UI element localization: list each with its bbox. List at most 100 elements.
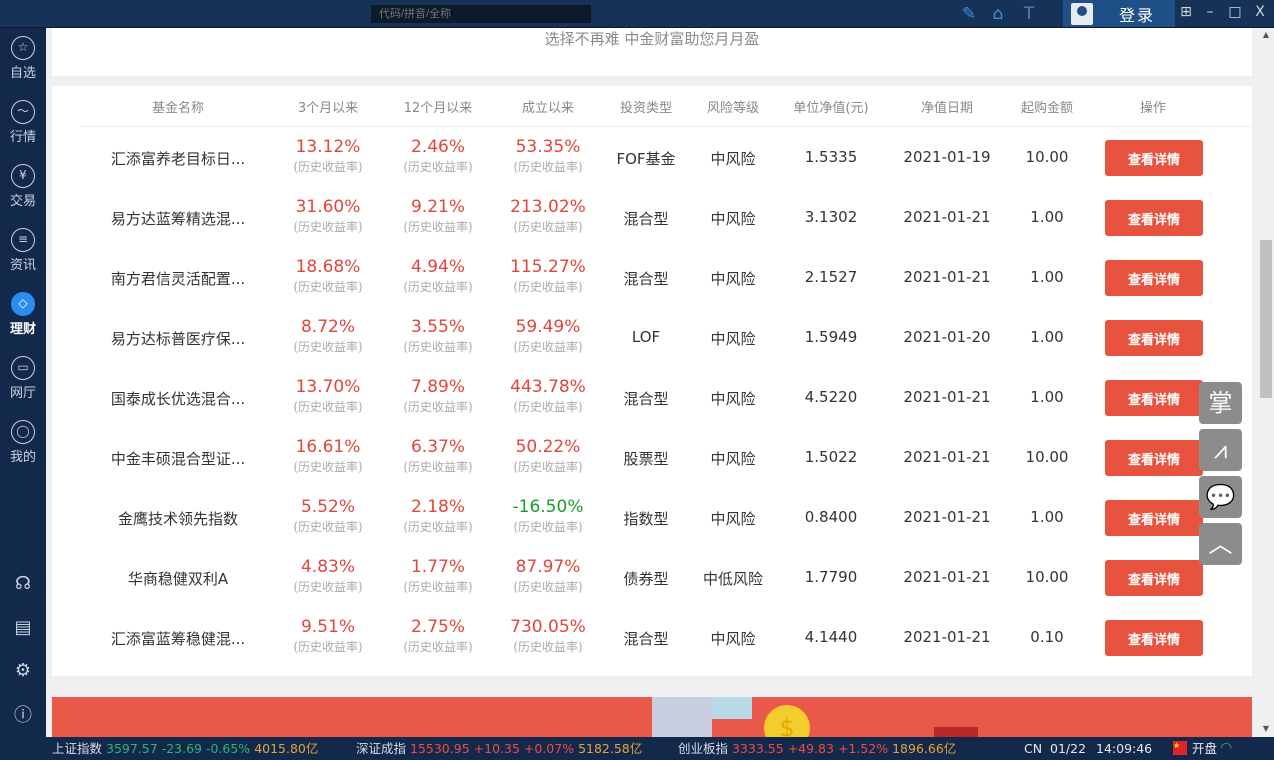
index-value: 3597.57 bbox=[106, 741, 158, 756]
login-button[interactable]: 登录 bbox=[1063, 0, 1175, 27]
index-ticker[interactable]: 上证指数 3597.57 -23.69 -0.65% 4015.80亿 bbox=[52, 737, 318, 760]
column-header: 12个月以来 bbox=[403, 101, 473, 116]
title-bar: ✎ ⌂ T 登录 ⊞ – □ X bbox=[0, 0, 1274, 28]
coin-icon: $ bbox=[764, 705, 810, 737]
scrollbar-thumb[interactable] bbox=[1260, 240, 1272, 398]
min-purchase: 1.00 bbox=[1030, 508, 1064, 526]
return-since: 213.02% (历史收益率) bbox=[510, 197, 586, 235]
return-m12: 4.94% (历史收益率) bbox=[403, 257, 472, 295]
invest-type: FOF基金 bbox=[616, 150, 676, 168]
view-details-button[interactable]: 查看详情 bbox=[1105, 320, 1203, 356]
fund-name[interactable]: 汇添富养老目标日... bbox=[111, 148, 245, 169]
diamond-icon: ◇ bbox=[11, 292, 35, 316]
return-value: 3.55% bbox=[410, 317, 465, 337]
return-sublabel: (历史收益率) bbox=[403, 520, 473, 534]
return-m3: 18.68% (历史收益率) bbox=[293, 257, 362, 295]
unit-nav: 4.1440 bbox=[804, 628, 858, 646]
edit-icon[interactable]: ✎ bbox=[959, 4, 979, 24]
close-icon[interactable]: X bbox=[1250, 4, 1270, 20]
fund-name[interactable]: 汇添富蓝筹稳健混... bbox=[111, 628, 245, 649]
headset-icon[interactable]: ☊ bbox=[11, 572, 35, 596]
view-details-button[interactable]: 查看详情 bbox=[1105, 380, 1203, 416]
return-value: -16.50% bbox=[512, 497, 584, 517]
return-value: 53.35% bbox=[515, 137, 581, 157]
view-details-button[interactable]: 查看详情 bbox=[1105, 560, 1203, 596]
scroll-down-icon[interactable]: ▼ bbox=[1258, 724, 1274, 733]
fund-name[interactable]: 南方君信灵活配置... bbox=[111, 268, 245, 289]
scroll-up-icon[interactable]: ▲ bbox=[1258, 30, 1274, 39]
column-header: 操作 bbox=[1139, 101, 1167, 116]
nav-date: 2021-01-20 bbox=[903, 328, 991, 346]
column-header: 风险等级 bbox=[706, 101, 760, 116]
return-sublabel: (历史收益率) bbox=[293, 340, 363, 354]
index-name: 创业板指 bbox=[678, 741, 729, 756]
sidebar-item-news[interactable]: ≡ 资讯 bbox=[0, 228, 46, 273]
fund-name[interactable]: 易方达蓝筹精选混... bbox=[111, 208, 245, 229]
table-row: 中金丰硕混合型证... 16.61% (历史收益率) 6.37% (历史收益率) 50.… bbox=[52, 427, 1252, 487]
inbox-icon[interactable]: ▤ bbox=[11, 616, 35, 640]
index-ticker[interactable]: 创业板指 3333.55 +49.83 +1.52% 1896.66亿 bbox=[678, 737, 956, 760]
return-m3: 5.52% (历史收益率) bbox=[293, 497, 362, 535]
slogan-panel: 选择不再难 中金财富助您月月盈 bbox=[52, 28, 1252, 76]
news-icon: ≡ bbox=[11, 228, 35, 252]
sidebar-item-wealth[interactable]: ◇ 理财 bbox=[0, 292, 46, 337]
return-m12: 1.77% (历史收益率) bbox=[403, 557, 472, 595]
return-sublabel: (历史收益率) bbox=[293, 160, 363, 174]
return-sublabel: (历史收益率) bbox=[293, 220, 363, 234]
minimize-icon[interactable]: – bbox=[1200, 4, 1220, 20]
view-details-button[interactable]: 查看详情 bbox=[1105, 260, 1203, 296]
sidebar-item-hall[interactable]: ▭ 网厅 bbox=[0, 356, 46, 401]
fund-name[interactable]: 国泰成长优选混合... bbox=[111, 388, 245, 409]
invest-type: LOF bbox=[631, 328, 661, 346]
sidebar-label: 网厅 bbox=[9, 386, 36, 401]
sidebar-label: 理财 bbox=[9, 322, 36, 337]
index-amount: 1896.66亿 bbox=[892, 741, 957, 756]
fund-name[interactable]: 金鹰技术领先指数 bbox=[118, 508, 238, 529]
invest-type: 混合型 bbox=[623, 270, 669, 288]
sidebar: ☆ 自选 〜行情 ¥ 交易 ≡ 资讯 ◇ 理财 ▭ 网厅 ◯ 我的 ☊ ▤ ⚙ ⓘ bbox=[0, 28, 46, 760]
return-value: 87.97% bbox=[515, 557, 581, 577]
index-amount: 5182.58亿 bbox=[578, 741, 643, 756]
table-row: 易方达蓝筹精选混... 31.60% (历史收益率) 9.21% (历史收益率) 213… bbox=[52, 187, 1252, 247]
index-ticker[interactable]: 深证成指 15530.95 +10.35 +0.07% 5182.58亿 bbox=[356, 737, 642, 760]
sidebar-item-watchlist[interactable]: ☆ 自选 bbox=[0, 36, 46, 81]
index-pct: -0.65% bbox=[205, 741, 251, 756]
view-details-button[interactable]: 查看详情 bbox=[1105, 500, 1203, 536]
font-size-icon[interactable]: T bbox=[1019, 4, 1039, 24]
fund-name[interactable]: 华商稳健双利A bbox=[128, 568, 228, 589]
wechat-icon[interactable]: 💬 bbox=[1199, 476, 1242, 518]
maximize-icon[interactable]: □ bbox=[1225, 4, 1245, 20]
unit-nav: 1.5949 bbox=[804, 328, 858, 346]
return-sublabel: (历史收益率) bbox=[403, 220, 473, 234]
search-input[interactable] bbox=[371, 5, 591, 23]
promo-banner[interactable]: $ bbox=[52, 697, 1252, 737]
info-icon[interactable]: ⓘ bbox=[11, 704, 35, 728]
table-row: 金鹰技术领先指数 5.52% (历史收益率) 2.18% (历史收益率) -16.50%… bbox=[52, 487, 1252, 547]
banner-decoration bbox=[934, 727, 978, 737]
risk-level: 中风险 bbox=[710, 510, 756, 528]
index-amount: 4015.80亿 bbox=[254, 741, 319, 756]
sidebar-item-mine[interactable]: ◯ 我的 bbox=[0, 420, 46, 465]
sidebar-item-trade[interactable]: ¥ 交易 bbox=[0, 164, 46, 209]
fund-name[interactable]: 易方达标普医疗保... bbox=[111, 328, 245, 349]
view-details-button[interactable]: 查看详情 bbox=[1105, 200, 1203, 236]
sidebar-item-market[interactable]: 〜行情 bbox=[0, 100, 46, 145]
index-change: +49.83 bbox=[787, 741, 834, 756]
return-value: 9.21% bbox=[410, 197, 465, 217]
index-name: 上证指数 bbox=[52, 741, 103, 756]
return-value: 31.60% bbox=[295, 197, 361, 217]
mobile-icon[interactable]: 掌 bbox=[1199, 382, 1242, 424]
fund-name[interactable]: 中金丰硕混合型证... bbox=[111, 448, 245, 469]
view-details-button[interactable]: 查看详情 bbox=[1105, 620, 1203, 656]
return-sublabel: (历史收益率) bbox=[513, 580, 583, 594]
presentation-icon[interactable]: ⩘ bbox=[1199, 429, 1242, 471]
column-header: 单位净值(元) bbox=[793, 101, 869, 116]
return-since: 87.97% (历史收益率) bbox=[513, 557, 582, 595]
home-icon[interactable]: ⌂ bbox=[988, 4, 1008, 24]
restore-icon[interactable]: ⊞ bbox=[1176, 4, 1196, 20]
settings-icon[interactable]: ⚙ bbox=[11, 659, 35, 683]
unit-nav: 3.1302 bbox=[804, 208, 858, 226]
view-details-button[interactable]: 查看详情 bbox=[1105, 440, 1203, 476]
view-details-button[interactable]: 查看详情 bbox=[1105, 140, 1203, 176]
back-to-top-icon[interactable]: ︿ bbox=[1199, 523, 1242, 565]
